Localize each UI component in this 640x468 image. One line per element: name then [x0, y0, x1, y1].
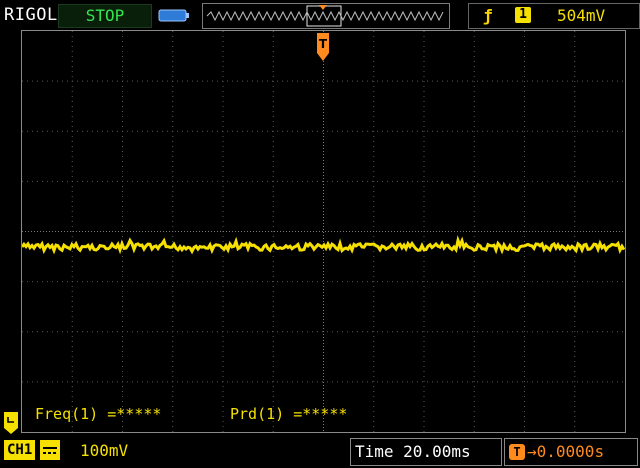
bottom-status-bar: CH1 100mV Time 20.00ms T →0.0000s — [0, 436, 640, 468]
dc-coupling-icon — [40, 440, 60, 460]
trigger-offset-display[interactable]: T →0.0000s — [504, 438, 638, 466]
channel1-label[interactable]: CH1 — [4, 440, 36, 460]
channel1-trace — [22, 235, 625, 255]
brand-logo: RIGOL — [4, 5, 58, 25]
timebase-value: 20.00ms — [403, 442, 471, 461]
graticule — [22, 31, 625, 432]
channel1-ground-marker-icon[interactable] — [4, 412, 18, 434]
waveform-display[interactable] — [21, 30, 626, 433]
trigger-position-marker-icon[interactable]: T — [314, 33, 332, 61]
trigger-source-channel: 1 — [515, 7, 531, 23]
trigger-level: 504mV — [557, 6, 606, 25]
period-measurement: Prd(1) =***** — [230, 405, 348, 423]
channel1-vertical-scale[interactable]: 100mV — [80, 441, 128, 460]
run-stop-status[interactable]: STOP — [58, 4, 152, 28]
trigger-settings[interactable]: ƒ 1 504mV — [468, 3, 640, 29]
memory-buffer-indicator — [202, 3, 450, 29]
frequency-measurement: Freq(1) =***** — [35, 405, 162, 423]
trigger-offset-number: 0.0000s — [536, 442, 605, 461]
rising-edge-icon: ƒ — [483, 6, 493, 25]
time-label: Time — [355, 442, 394, 461]
timebase-display[interactable]: Time 20.00ms — [350, 438, 502, 466]
trigger-offset-value: →0.0000s — [527, 442, 605, 461]
waveform-overview-icon — [206, 5, 444, 27]
svg-text:T: T — [319, 37, 328, 51]
top-status-bar: RIGOL STOP ƒ 1 504mV — [0, 0, 640, 30]
trigger-offset-icon: T — [509, 444, 525, 460]
battery-icon — [158, 9, 189, 22]
